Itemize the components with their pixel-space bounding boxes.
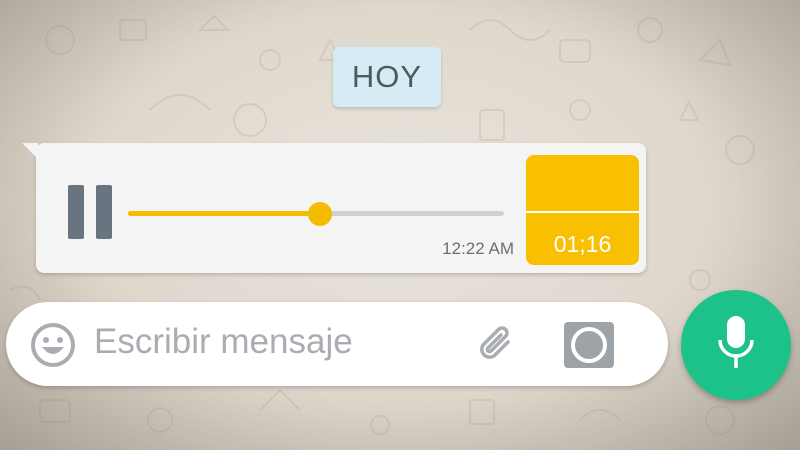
voice-record-button[interactable] (681, 290, 791, 400)
message-timestamp: 12:22 AM (442, 239, 514, 258)
playback-progress (128, 211, 320, 216)
paperclip-icon[interactable] (472, 320, 524, 372)
smiley-icon[interactable] (30, 322, 76, 368)
playback-slider[interactable] (128, 202, 504, 226)
audio-duration: 01;16 (553, 231, 612, 257)
pause-button[interactable] (68, 185, 112, 239)
voice-message-bubble: 12:22 AM 01;16 (22, 143, 646, 273)
date-divider: HOY (333, 47, 441, 107)
audio-thumbnail[interactable]: 01;16 (526, 155, 639, 265)
camera-icon[interactable] (562, 320, 616, 370)
bubble-tail (22, 143, 38, 159)
date-divider-label: HOY (351, 59, 423, 94)
message-input[interactable]: Escribir mensaje (94, 322, 353, 362)
microphone-icon (718, 316, 754, 368)
message-composer: Escribir mensaje (6, 302, 668, 386)
thumbnail-divider (526, 211, 639, 213)
playback-thumb[interactable] (307, 202, 332, 226)
pause-icon (68, 185, 84, 239)
